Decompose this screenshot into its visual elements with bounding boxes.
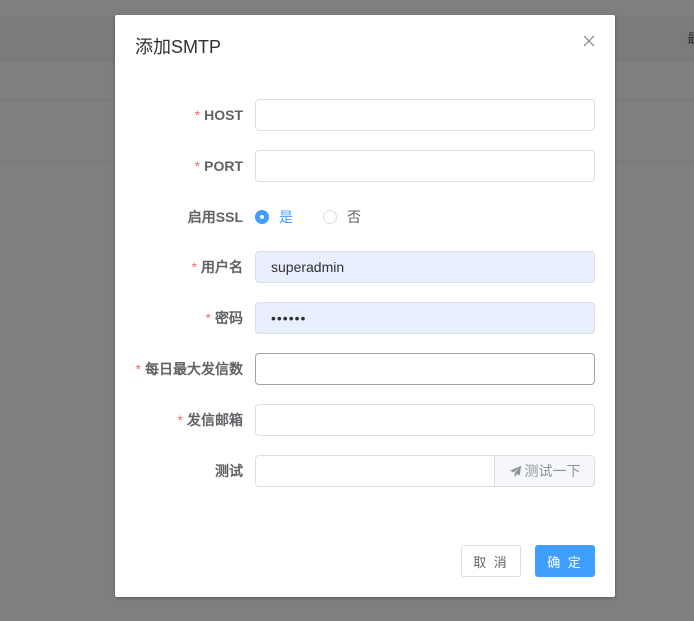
- form-row-password: * 密码 ••••••: [115, 302, 615, 334]
- host-input[interactable]: [255, 99, 595, 131]
- sender-email-label-text: 发信邮箱: [187, 412, 243, 428]
- password-label: * 密码: [115, 302, 243, 334]
- radio-unchecked-icon: [323, 210, 337, 224]
- daily-max-input[interactable]: [255, 353, 595, 385]
- test-label: 测试: [215, 463, 243, 479]
- test-input[interactable]: [255, 455, 495, 487]
- close-icon[interactable]: [581, 33, 597, 49]
- paper-plane-icon: [509, 465, 522, 478]
- required-mark: *: [135, 361, 141, 377]
- form-row-test: 测试 测试一下: [115, 455, 615, 487]
- test-input-group: 测试一下: [255, 455, 595, 487]
- cancel-button[interactable]: 取 消: [461, 545, 521, 577]
- daily-max-label-text: 每日最大发信数: [145, 361, 243, 377]
- sender-email-label: * 发信邮箱: [115, 404, 243, 436]
- required-mark: *: [191, 259, 197, 275]
- form-row-sender-email: * 发信邮箱: [115, 404, 615, 436]
- host-label: * HOST: [115, 99, 243, 131]
- host-label-text: HOST: [204, 107, 243, 123]
- required-mark: *: [194, 158, 201, 174]
- form-row-host: * HOST: [115, 99, 615, 131]
- test-send-button[interactable]: 测试一下: [494, 455, 595, 487]
- port-label: * PORT: [115, 150, 243, 182]
- add-smtp-dialog: 添加SMTP * HOST * PORT 启用SSL 是 否 * 用户名 sup…: [115, 15, 615, 597]
- sender-email-input[interactable]: [255, 404, 595, 436]
- username-label-text: 用户名: [201, 259, 243, 275]
- username-label: * 用户名: [115, 251, 243, 283]
- ssl-radio-group: 是 否: [255, 201, 391, 233]
- page: 最 添加SMTP *HOST *PORT 启用SSL: [0, 0, 694, 621]
- required-mark: *: [205, 310, 211, 326]
- ssl-radio-no[interactable]: 否: [323, 207, 361, 227]
- form-row-daily-max: * 每日最大发信数: [115, 353, 615, 385]
- dialog-title: 添加SMTP: [135, 37, 222, 57]
- radio-checked-icon: [255, 210, 269, 224]
- ssl-radio-yes[interactable]: 是: [255, 207, 293, 227]
- daily-max-label: * 每日最大发信数: [115, 353, 243, 385]
- username-input[interactable]: superadmin: [255, 251, 595, 283]
- ssl-radio-yes-label: 是: [279, 209, 293, 225]
- ssl-radio-no-label: 否: [347, 209, 361, 225]
- form-row-username: * 用户名 superadmin: [115, 251, 615, 283]
- required-mark: *: [194, 107, 201, 123]
- password-label-text: 密码: [215, 310, 243, 326]
- port-input[interactable]: [255, 150, 595, 182]
- test-send-button-label: 测试一下: [524, 463, 581, 479]
- form-row-port: * PORT: [115, 150, 615, 182]
- form-row-ssl: 启用SSL 是 否: [115, 201, 615, 233]
- required-mark: *: [177, 412, 183, 428]
- confirm-button[interactable]: 确 定: [535, 545, 595, 577]
- password-input[interactable]: ••••••: [255, 302, 595, 334]
- port-label-text: PORT: [204, 158, 243, 174]
- ssl-label: 启用SSL: [187, 209, 243, 225]
